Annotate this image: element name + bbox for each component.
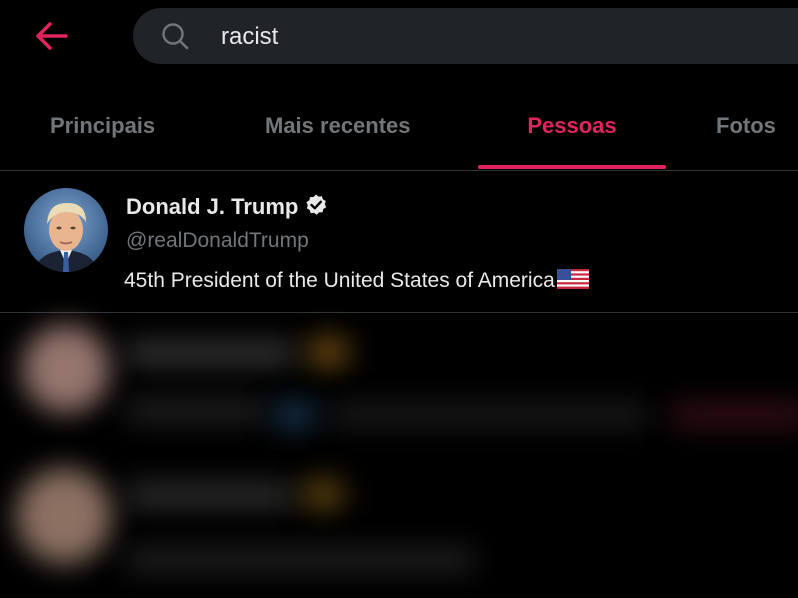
search-icon — [162, 23, 189, 50]
tab-mais-recentes[interactable]: Mais recentes — [265, 92, 411, 170]
avatar — [22, 325, 110, 413]
tab-pessoas[interactable]: Pessoas — [478, 92, 666, 170]
blurred-badge-placeholder — [305, 336, 351, 368]
user-bio: 45th President of the United States of A… — [124, 269, 589, 293]
verified-badge-icon — [306, 194, 327, 215]
blurred-name-placeholder — [125, 342, 295, 364]
blurred-emoji-placeholder — [270, 400, 320, 430]
avatar — [16, 468, 112, 564]
blurred-text-placeholder — [670, 404, 798, 426]
blurred-text-placeholder — [125, 402, 265, 420]
tab-principais[interactable]: Principais — [50, 92, 155, 170]
user-handle: @realDonaldTrump — [126, 229, 309, 252]
user-name-text: Donald J. Trump — [126, 194, 299, 219]
avatar[interactable] — [24, 188, 108, 272]
blurred-name-placeholder — [125, 484, 295, 506]
result-divider — [0, 312, 798, 313]
back-button[interactable] — [30, 18, 74, 54]
blurred-text-placeholder — [330, 406, 650, 424]
us-flag-icon — [556, 269, 589, 289]
blurred-text-placeholder — [125, 550, 475, 570]
blurred-badge-placeholder — [300, 478, 346, 510]
tab-bar: Principais Mais recentes Pessoas Fotos — [0, 92, 798, 170]
user-display-name: Donald J. Trump — [126, 193, 328, 220]
arrow-left-icon — [36, 22, 68, 50]
user-bio-text: 45th President of the United States of A… — [124, 269, 555, 292]
tab-fotos[interactable]: Fotos — [716, 92, 776, 170]
active-tab-indicator — [478, 165, 666, 169]
search-bar[interactable] — [133, 8, 798, 64]
user-result-card[interactable]: Donald J. Trump @realDonaldTrump 45th Pr… — [0, 171, 798, 312]
search-input[interactable] — [219, 20, 723, 54]
